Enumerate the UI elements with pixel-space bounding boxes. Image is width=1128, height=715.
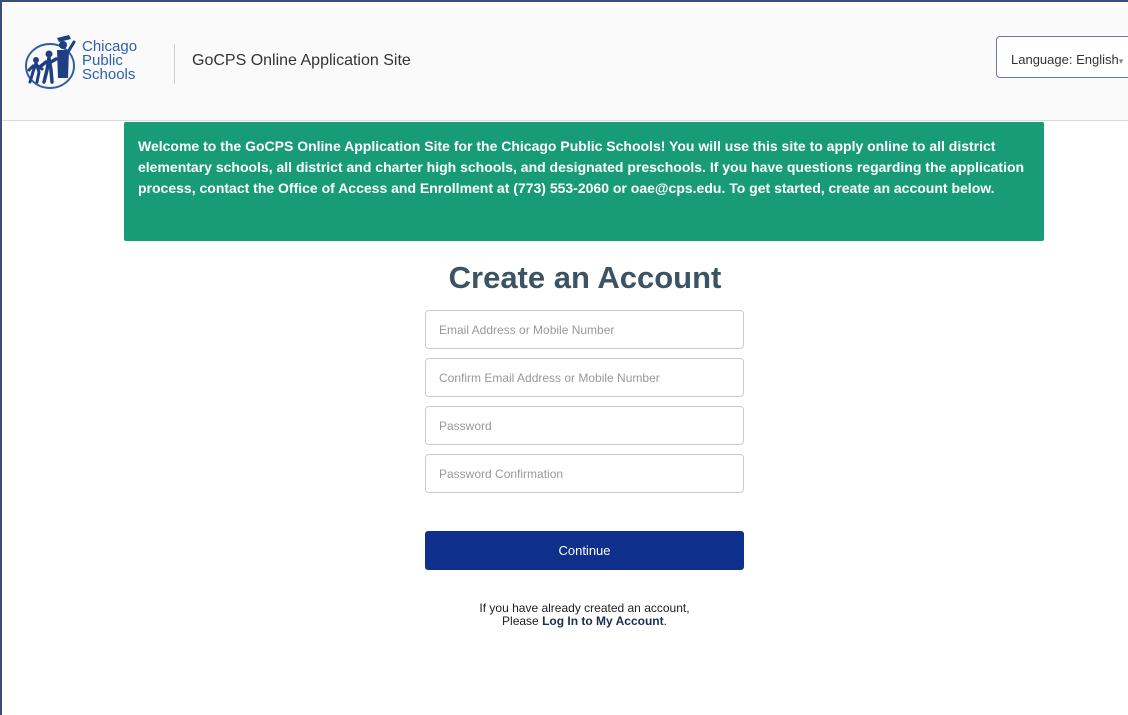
password-field[interactable]: [425, 406, 744, 445]
confirm-email-field[interactable]: [425, 358, 744, 397]
logo-line-3: Schools: [82, 66, 136, 83]
language-selector[interactable]: Language: English▾: [996, 36, 1128, 78]
continue-button[interactable]: Continue: [425, 531, 744, 570]
welcome-text: Welcome to the GoCPS Online Application …: [138, 138, 1025, 196]
browser-page: Chicago Public Schools GoCPS Online Appl…: [0, 0, 1128, 715]
login-note-line-2: Please Log In to My Account.: [425, 615, 744, 628]
cps-logo[interactable]: Chicago Public Schools: [24, 32, 154, 92]
cps-logo-figures-icon: [25, 35, 76, 89]
password-confirmation-field[interactable]: [425, 454, 744, 493]
cps-logo-text: Chicago Public Schools: [82, 39, 137, 83]
login-note-suffix: .: [663, 614, 667, 628]
login-link[interactable]: Log In to My Account: [542, 614, 664, 628]
header-divider: [174, 44, 175, 84]
login-note: If you have already created an account, …: [425, 602, 744, 628]
site-title: GoCPS Online Application Site: [192, 52, 411, 69]
language-selected: English: [1076, 52, 1119, 67]
welcome-banner: Welcome to the GoCPS Online Application …: [124, 122, 1044, 241]
site-header: Chicago Public Schools GoCPS Online Appl…: [2, 2, 1128, 121]
caret-down-icon: ▾: [1118, 56, 1124, 66]
login-note-prefix: Please: [502, 614, 543, 628]
email-field[interactable]: [425, 310, 744, 349]
page-title: Create an Account: [448, 260, 722, 295]
language-label: Language:: [1011, 52, 1073, 67]
